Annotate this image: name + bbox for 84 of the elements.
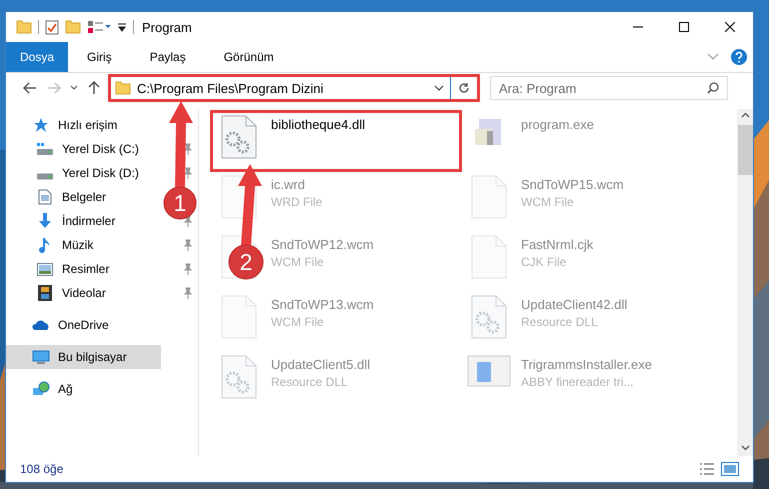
scrollbar[interactable]: [737, 109, 753, 456]
pin-icon[interactable]: [183, 167, 193, 179]
file-type: ABBY finereader tri...: [521, 375, 634, 389]
sidebar-item[interactable]: Hızlı erişim: [6, 113, 161, 137]
drive-icon: [36, 172, 54, 180]
details-view-icon[interactable]: [699, 462, 715, 476]
sidebar-item[interactable]: Videolar: [6, 281, 161, 305]
installer-icon: [467, 355, 511, 387]
search-field[interactable]: Ara: Program: [490, 76, 728, 100]
forward-arrow-icon: [47, 82, 61, 94]
network-icon: [32, 381, 50, 397]
file-type: CJK File: [521, 255, 568, 269]
ribbon-tab[interactable]: Görünüm: [204, 42, 293, 72]
search-icon[interactable]: [707, 82, 719, 94]
gear-file-icon: [471, 295, 507, 339]
pin-icon[interactable]: [183, 263, 193, 275]
ribbon-tab[interactable]: Dosya: [6, 42, 68, 72]
file-type: Resource DLL: [521, 315, 599, 329]
sidebar-item[interactable]: Belgeler: [6, 185, 161, 209]
sidebar-item[interactable]: Ağ: [6, 377, 161, 401]
file-item[interactable]: bibliotheque4.dll: [211, 111, 461, 171]
file-name: ic.wrd: [271, 177, 306, 192]
gear-file-icon: [221, 355, 257, 399]
sidebar-item[interactable]: İndirmeler: [6, 209, 161, 233]
pin-icon[interactable]: [183, 239, 193, 251]
ribbon-tab[interactable]: Paylaş: [130, 42, 205, 72]
file-icon: [221, 295, 257, 339]
film-icon: [38, 285, 52, 301]
cloud-icon: [32, 319, 50, 331]
address-folder-icon: [115, 81, 131, 95]
file-type: WCM File: [271, 255, 325, 269]
up-arrow-icon: [88, 81, 100, 95]
pictures-icon: [37, 262, 53, 276]
file-type: Resource DLL: [271, 375, 349, 389]
file-icon: [471, 235, 507, 279]
file-name: program.exe: [521, 117, 594, 132]
file-name: SndToWP13.wcm: [271, 297, 374, 312]
scroll-thumb[interactable]: [738, 125, 752, 175]
expand-ribbon-icon[interactable]: [707, 53, 719, 61]
file-name: TrigrammsInstaller.exe: [521, 357, 652, 372]
file-name: UpdateClient42.dll: [521, 297, 628, 312]
address-bar[interactable]: C:\Program Files\Program Dizini: [110, 76, 478, 100]
file-name: FastNrml.cjk: [521, 237, 594, 252]
file-type: WCM File: [521, 195, 575, 209]
pin-icon[interactable]: [183, 143, 193, 155]
file-name: bibliotheque4.dll: [271, 117, 365, 132]
properties-icon[interactable]: [45, 20, 59, 34]
ribbon-tab[interactable]: Giriş: [68, 42, 131, 72]
computer-icon: [32, 350, 50, 364]
dropdown-icon[interactable]: [434, 85, 444, 91]
document-icon: [38, 189, 52, 205]
file-name: SndToWP15.wcm: [521, 177, 624, 192]
help-icon[interactable]: [731, 49, 747, 65]
address-path: C:\Program Files\Program Dizini: [137, 80, 324, 96]
file-name: UpdateClient5.dll: [271, 357, 370, 372]
drive-icon: [36, 142, 54, 156]
sidebar-item[interactable]: Yerel Disk (C:): [6, 137, 161, 161]
music-note-icon: [39, 237, 51, 253]
item-count: 108 öğe: [20, 462, 64, 476]
file-type: WCM File: [271, 315, 325, 329]
maximize-icon: [679, 22, 689, 32]
file-name: SndToWP12.wcm: [271, 237, 374, 252]
refresh-icon[interactable]: [458, 82, 470, 94]
large-icons-view-icon[interactable]: [721, 462, 739, 476]
file-type: WRD File: [271, 195, 322, 209]
sidebar-item[interactable]: Resimler: [6, 257, 161, 281]
sidebar-item[interactable]: Müzik: [6, 233, 161, 257]
pin-icon[interactable]: [183, 215, 193, 227]
step-badge: 2: [228, 244, 264, 280]
star-icon: [33, 117, 49, 133]
back-arrow-icon: [23, 82, 37, 94]
gear-file-icon: [221, 115, 257, 159]
sidebar-item[interactable]: Yerel Disk (D:): [6, 161, 161, 185]
download-icon: [37, 213, 53, 229]
sidebar-item[interactable]: OneDrive: [6, 313, 161, 337]
sidebar-item[interactable]: Bu bilgisayar: [6, 345, 161, 369]
view-options-icon[interactable]: [87, 20, 111, 34]
pin-icon[interactable]: [183, 287, 193, 299]
step-badge: 1: [164, 186, 196, 220]
window-title: Program: [142, 20, 193, 34]
chevron-down-icon: [70, 85, 78, 91]
close-icon: [725, 22, 735, 32]
file-icon: [471, 175, 507, 219]
dropdown-icon[interactable]: [117, 22, 127, 32]
